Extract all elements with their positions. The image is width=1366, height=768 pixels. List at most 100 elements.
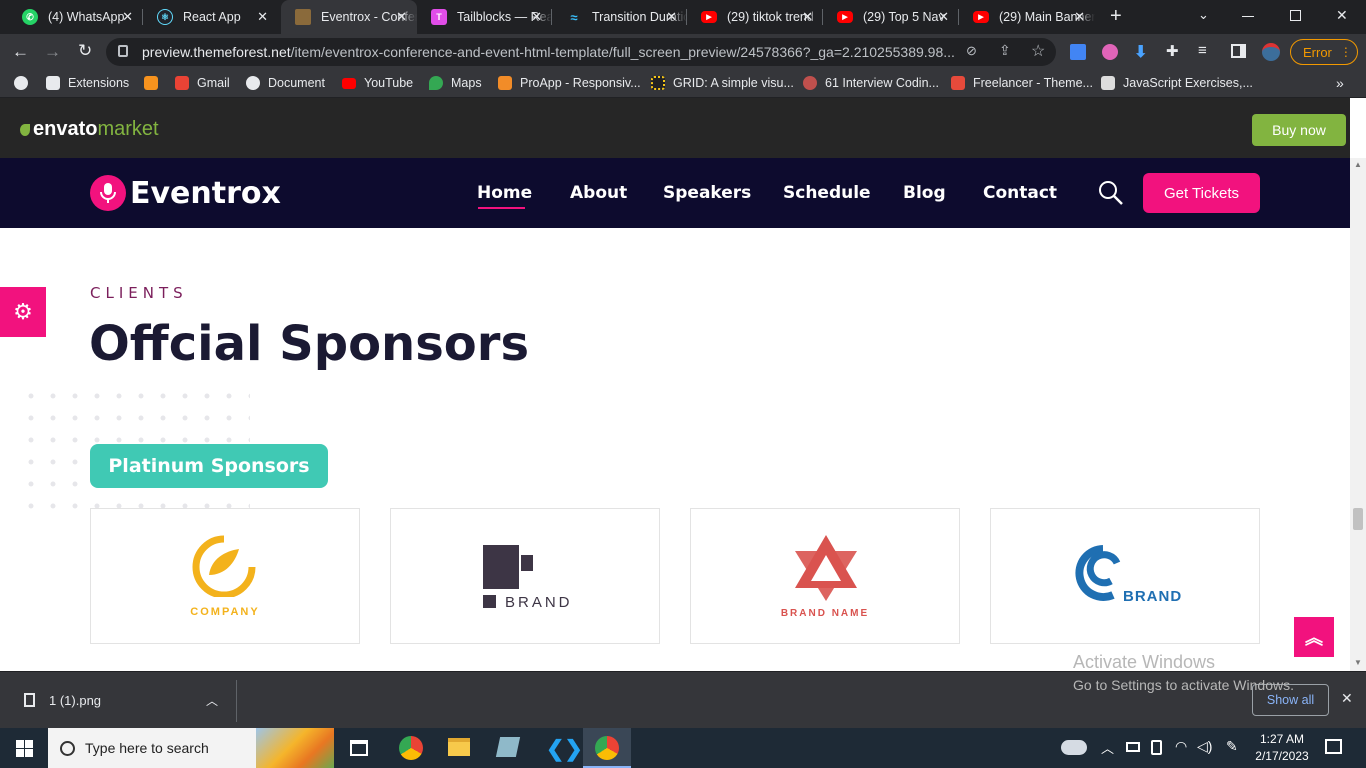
tab-tailblocks[interactable]: T Tailblocks — React ✕ xyxy=(417,0,552,34)
close-icon[interactable]: ✕ xyxy=(122,9,133,25)
react-icon: ⚛ xyxy=(157,9,173,25)
device-icon[interactable] xyxy=(1151,740,1162,755)
back-to-top-icon[interactable]: ︽ xyxy=(1294,617,1334,657)
bookmark-ok[interactable] xyxy=(144,76,166,90)
close-icon[interactable]: ✕ xyxy=(396,9,407,25)
weather-cloud-icon[interactable] xyxy=(1061,740,1087,755)
close-icon[interactable]: ✕ xyxy=(666,9,677,25)
address-bar[interactable]: preview.themeforest.net/item/eventrox-co… xyxy=(106,38,1056,66)
nav-home[interactable]: Home xyxy=(477,183,532,209)
bookmark-extensions[interactable]: Extensions xyxy=(46,76,129,90)
bookmark-youtube[interactable]: YouTube xyxy=(342,76,413,90)
notepad-app-icon[interactable] xyxy=(495,737,521,757)
bookmark-globe[interactable] xyxy=(14,76,36,90)
update-error-button[interactable]: Error ⋮ xyxy=(1290,39,1358,65)
search-icon[interactable] xyxy=(1098,180,1124,211)
download-extension-icon[interactable]: ⬇ xyxy=(1134,42,1147,62)
tab-transition-duration[interactable]: ≈ Transition Duration ✕ xyxy=(552,0,687,34)
side-panel-icon[interactable] xyxy=(1231,44,1246,58)
sponsor-card-company[interactable]: COMPANY xyxy=(90,508,360,644)
wifi-icon[interactable]: ◠ xyxy=(1175,738,1187,755)
nav-contact[interactable]: Contact xyxy=(983,183,1057,203)
eye-off-icon[interactable]: ⊘ xyxy=(966,43,977,59)
scrollbar-thumb[interactable] xyxy=(1353,508,1363,530)
microphone-icon xyxy=(90,175,126,211)
sponsor-card-brand-swirl[interactable]: BRAND xyxy=(990,508,1260,644)
get-tickets-button[interactable]: Get Tickets xyxy=(1143,173,1260,213)
bookmark-document[interactable]: Document xyxy=(246,76,325,90)
bookmark-freelancer[interactable]: Freelancer - Theme... xyxy=(951,76,1093,90)
bookmarks-overflow-icon[interactable]: » xyxy=(1336,75,1344,91)
sponsor-card-brand-block[interactable]: BRAND xyxy=(390,508,660,644)
volume-icon[interactable]: ◁) xyxy=(1197,738,1212,755)
platinum-tier-label: Platinum Sponsors xyxy=(90,444,328,488)
envato-logo[interactable]: envato market xyxy=(20,118,159,141)
back-icon[interactable]: ← xyxy=(12,42,29,62)
battery-icon[interactable] xyxy=(1126,742,1140,752)
nav-speakers[interactable]: Speakers xyxy=(663,183,751,203)
colorzilla-extension-icon[interactable] xyxy=(1102,44,1118,60)
nav-about[interactable]: About xyxy=(570,183,627,203)
section-kicker: CLIENTS xyxy=(90,284,188,302)
task-view-icon[interactable] xyxy=(350,740,368,756)
page-scrollbar[interactable]: ▲ ▼ xyxy=(1350,158,1366,671)
tab-youtube-banner[interactable]: ▶ (29) Main Banner ✕ xyxy=(959,0,1095,34)
sponsor-name: BRAND NAME xyxy=(780,608,870,619)
nav-blog[interactable]: Blog xyxy=(903,183,946,203)
close-icon[interactable]: ✕ xyxy=(531,9,542,25)
tab-react-app[interactable]: ⚛ React App ✕ xyxy=(143,0,278,34)
bookmark-label: Extensions xyxy=(68,76,130,90)
buy-now-button[interactable]: Buy now xyxy=(1252,114,1346,146)
tab-whatsapp[interactable]: ✆ (4) WhatsApp ✕ xyxy=(8,0,143,34)
bookmark-label: 61 Interview Codin... xyxy=(825,76,939,90)
browser-toolbar: ← → ↻ preview.themeforest.net/item/event… xyxy=(0,34,1366,70)
close-download-bar-icon[interactable]: ✕ xyxy=(1341,690,1353,707)
close-icon[interactable]: ✕ xyxy=(1074,9,1085,25)
bookmark-star-icon[interactable]: ☆ xyxy=(1031,41,1045,61)
forward-icon[interactable]: → xyxy=(44,42,61,62)
minimize-icon[interactable] xyxy=(1242,16,1254,17)
pen-icon[interactable]: ✎ xyxy=(1226,738,1238,755)
bookmark-proapp[interactable]: ProApp - Responsiv... xyxy=(498,76,641,90)
file-explorer-icon[interactable] xyxy=(448,738,470,756)
media-queue-icon[interactable]: ≡ xyxy=(1198,42,1207,59)
window-close-icon[interactable]: ✕ xyxy=(1336,7,1348,24)
tab-youtube-top5[interactable]: ▶ (29) Top 5 Nav ✕ xyxy=(823,0,959,34)
chrome-taskbar-icon[interactable] xyxy=(399,736,423,760)
bookmark-interview[interactable]: 61 Interview Codin... xyxy=(803,76,939,90)
notifications-icon[interactable] xyxy=(1325,739,1342,754)
bookmark-w3r[interactable]: JavaScript Exercises,... xyxy=(1101,76,1253,90)
close-icon[interactable]: ✕ xyxy=(938,9,949,25)
sponsor-card-brand-name[interactable]: BRAND NAME xyxy=(690,508,960,644)
bookmark-gmail[interactable]: Gmail xyxy=(175,76,230,90)
download-item[interactable]: 1 (1).png ︿ xyxy=(14,684,234,716)
tray-chevron-icon[interactable]: ︿ xyxy=(1101,738,1114,757)
extensions-puzzle-icon[interactable]: ✚ xyxy=(1166,42,1179,60)
settings-gear-icon[interactable]: ⚙ xyxy=(0,287,46,337)
reload-icon[interactable]: ↻ xyxy=(78,41,92,61)
chevron-up-icon[interactable]: ︿ xyxy=(206,692,218,709)
taskbar-clock[interactable]: 1:27 AM 2/17/2023 xyxy=(1250,731,1314,765)
tab-search-icon[interactable]: ⌄ xyxy=(1198,7,1209,23)
windows-start-icon[interactable] xyxy=(16,740,33,757)
restore-icon[interactable] xyxy=(1290,10,1301,21)
scroll-down-icon[interactable]: ▼ xyxy=(1354,658,1362,667)
bookmark-grid[interactable]: GRID: A simple visu... xyxy=(651,76,794,90)
tab-eventrox[interactable]: Eventrox - Conference ✕ xyxy=(281,0,417,34)
bookmark-maps[interactable]: Maps xyxy=(429,76,482,90)
close-icon[interactable]: ✕ xyxy=(257,9,268,25)
profile-avatar[interactable] xyxy=(1262,43,1280,61)
taskbar-search-box[interactable]: Type here to search xyxy=(48,728,334,768)
translate-extension-icon[interactable] xyxy=(1070,44,1086,60)
gmail-icon xyxy=(175,76,189,90)
share-icon[interactable]: ⇪ xyxy=(999,42,1011,59)
chrome-active-taskbar-item[interactable] xyxy=(583,728,631,768)
new-tab-icon[interactable]: + xyxy=(1110,6,1122,26)
vscode-icon[interactable]: ❮❯ xyxy=(546,736,583,762)
tab-youtube-tiktok[interactable]: ▶ (29) tiktok trend ✕ xyxy=(687,0,823,34)
nav-schedule[interactable]: Schedule xyxy=(783,183,871,203)
bookmarks-bar: Extensions Gmail Document YouTube Maps P… xyxy=(0,70,1366,98)
site-logo[interactable]: Eventrox xyxy=(90,175,281,211)
close-icon[interactable]: ✕ xyxy=(802,9,813,25)
scroll-up-icon[interactable]: ▲ xyxy=(1354,160,1362,169)
